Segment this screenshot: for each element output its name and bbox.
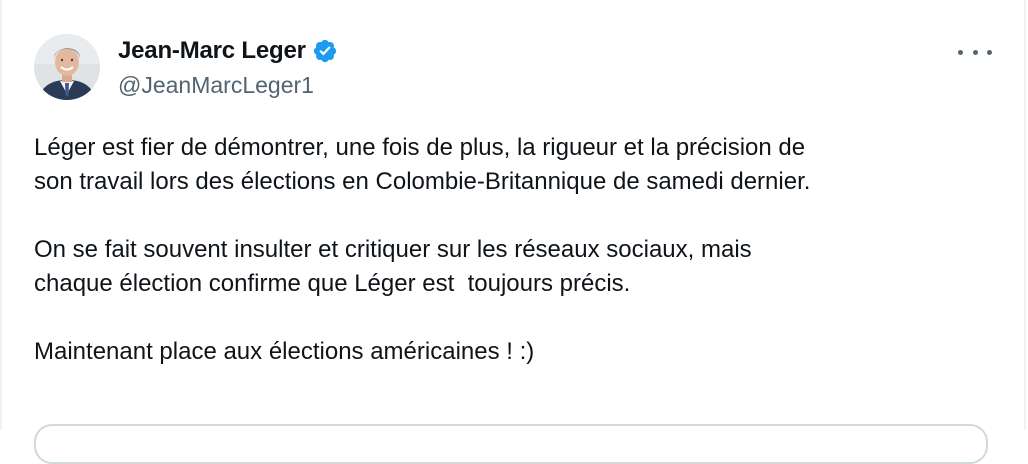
embedded-card[interactable] <box>34 424 988 464</box>
more-options-icon[interactable] <box>958 42 992 62</box>
author-handle[interactable]: @JeanMarcLeger1 <box>118 72 314 99</box>
tweet-card: Jean-Marc Leger @JeanMarcLeger1 Léger es… <box>0 0 1026 464</box>
avatar[interactable] <box>34 34 100 100</box>
tweet-line: Léger est fier de démontrer, une fois de… <box>34 134 806 161</box>
tweet-line: Maintenant place aux élections américain… <box>34 338 535 365</box>
tweet-text: Léger est fier de démontrer, une fois de… <box>34 131 994 369</box>
tweet-line: chaque élection confirme que Léger est t… <box>34 270 631 297</box>
more-dot <box>958 49 963 55</box>
more-dot <box>972 49 978 55</box>
verified-badge-icon[interactable] <box>312 38 338 64</box>
profile-photo-icon <box>34 34 100 100</box>
author-display-name[interactable]: Jean-Marc Leger <box>118 37 306 65</box>
tweet-line: son travail lors des élections en Colomb… <box>34 168 811 195</box>
author-name-row: Jean-Marc Leger <box>118 35 338 67</box>
more-dot <box>987 49 992 55</box>
tweet-line: On se fait souvent insulter et critiquer… <box>34 236 752 263</box>
